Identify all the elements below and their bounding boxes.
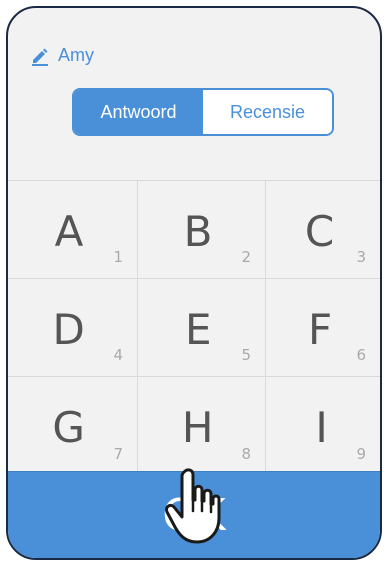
key-number: 4	[113, 346, 123, 364]
mode-toggle: Antwoord Recensie	[72, 88, 334, 136]
key-letter: D	[52, 305, 85, 354]
header: Amy Antwoord Recensie	[8, 8, 380, 180]
key-number: 7	[113, 445, 123, 463]
key-h[interactable]: H 8	[138, 377, 266, 475]
key-number: 6	[356, 346, 366, 364]
key-letter: I	[315, 403, 328, 452]
key-letter: B	[183, 207, 213, 256]
key-number: 1	[113, 248, 123, 266]
key-b[interactable]: B 2	[138, 181, 266, 279]
pointing-hand-icon	[165, 468, 221, 544]
key-number: 2	[241, 248, 251, 266]
tab-antwoord[interactable]: Antwoord	[74, 90, 203, 134]
key-g[interactable]: G 7	[8, 377, 138, 475]
user-row[interactable]: Amy	[30, 45, 94, 66]
key-number: 3	[356, 248, 366, 266]
key-number: 8	[241, 445, 251, 463]
key-letter: G	[52, 403, 85, 452]
pencil-icon	[30, 46, 50, 66]
tab-recensie[interactable]: Recensie	[203, 90, 332, 134]
key-letter: H	[181, 403, 214, 452]
key-number: 5	[241, 346, 251, 364]
key-c[interactable]: C 3	[266, 181, 380, 279]
key-letter: A	[54, 207, 84, 256]
key-letter: C	[304, 207, 335, 256]
user-name: Amy	[58, 45, 94, 65]
key-i[interactable]: I 9	[266, 377, 380, 475]
key-a[interactable]: A 1	[8, 181, 138, 279]
key-letter: E	[185, 305, 212, 354]
key-letter: F	[308, 305, 333, 354]
key-f[interactable]: F 6	[266, 279, 380, 377]
key-e[interactable]: E 5	[138, 279, 266, 377]
key-d[interactable]: D 4	[8, 279, 138, 377]
answer-keypad: A 1 B 2 C 3 D 4 E 5 F 6 G 7 H 8 I 9	[8, 180, 380, 475]
key-number: 9	[356, 445, 366, 463]
